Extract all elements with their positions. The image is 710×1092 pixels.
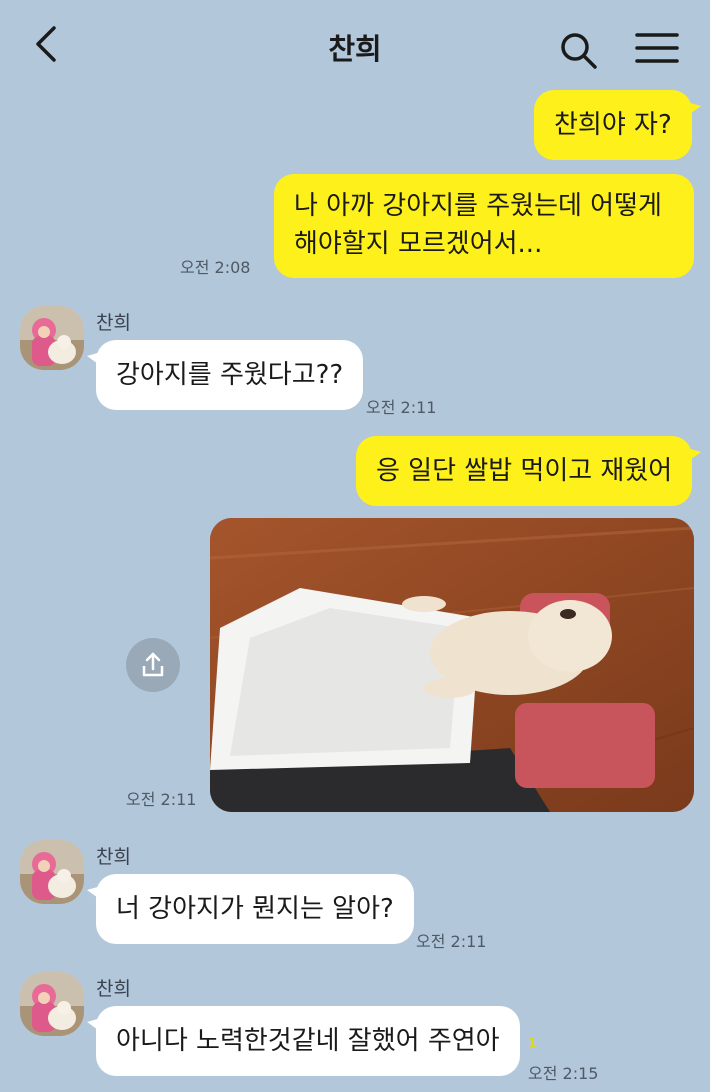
other-message-bubble[interactable]: 너 강아지가 뭔지는 알아? <box>87 874 414 944</box>
other-message-bubble[interactable]: 강아지를 주웠다고?? <box>86 340 364 410</box>
search-icon[interactable] <box>558 30 598 70</box>
message-time: 오전 2:11 <box>416 932 487 951</box>
avatar-photo <box>20 840 84 904</box>
hamburger-menu-icon[interactable] <box>634 30 680 66</box>
message-time: 오전 2:11 <box>366 398 437 417</box>
message-text-line: 해야할지 모르겠어서... <box>294 229 543 259</box>
message-time: 오전 2:15 <box>528 1064 599 1083</box>
message-time: 오전 2:08 <box>180 258 251 277</box>
share-button[interactable] <box>126 638 180 692</box>
chat-header: 찬희 <box>0 0 710 84</box>
avatar-photo <box>20 306 84 370</box>
sender-name: 찬희 <box>96 978 131 1000</box>
puppy-photo <box>210 518 694 812</box>
avatar[interactable] <box>20 972 84 1036</box>
sender-name: 찬희 <box>96 312 131 334</box>
other-message-bubble[interactable]: 아니다 노력한것같네 잘했어 주연아 <box>87 1006 520 1076</box>
message-time: 오전 2:11 <box>126 790 197 809</box>
message-text: 찬희야 자? <box>554 110 672 140</box>
message-text-line: 나 아까 강아지를 주웠는데 어떻게 <box>294 191 662 221</box>
share-icon <box>142 652 164 677</box>
avatar[interactable] <box>20 840 84 904</box>
my-message-bubble[interactable]: 나 아까 강아지를 주웠는데 어떻게 해야할지 모르겠어서... <box>274 174 694 278</box>
my-message-bubble[interactable]: 찬희야 자? <box>534 90 701 160</box>
sender-name: 찬희 <box>96 846 131 868</box>
message-text: 너 강아지가 뭔지는 알아? <box>116 894 394 924</box>
chat-title: 찬희 <box>328 32 382 66</box>
message-text: 강아지를 주웠다고?? <box>116 360 344 390</box>
photo-message[interactable] <box>210 518 694 812</box>
avatar[interactable] <box>20 306 84 370</box>
unread-count: 1 <box>528 1037 538 1052</box>
avatar-photo <box>20 972 84 1036</box>
my-message-bubble[interactable]: 응 일단 쌀밥 먹이고 재웠어 <box>356 436 702 506</box>
message-text: 응 일단 쌀밥 먹이고 재웠어 <box>376 456 673 486</box>
message-text: 아니다 노력한것같네 잘했어 주연아 <box>116 1026 500 1056</box>
